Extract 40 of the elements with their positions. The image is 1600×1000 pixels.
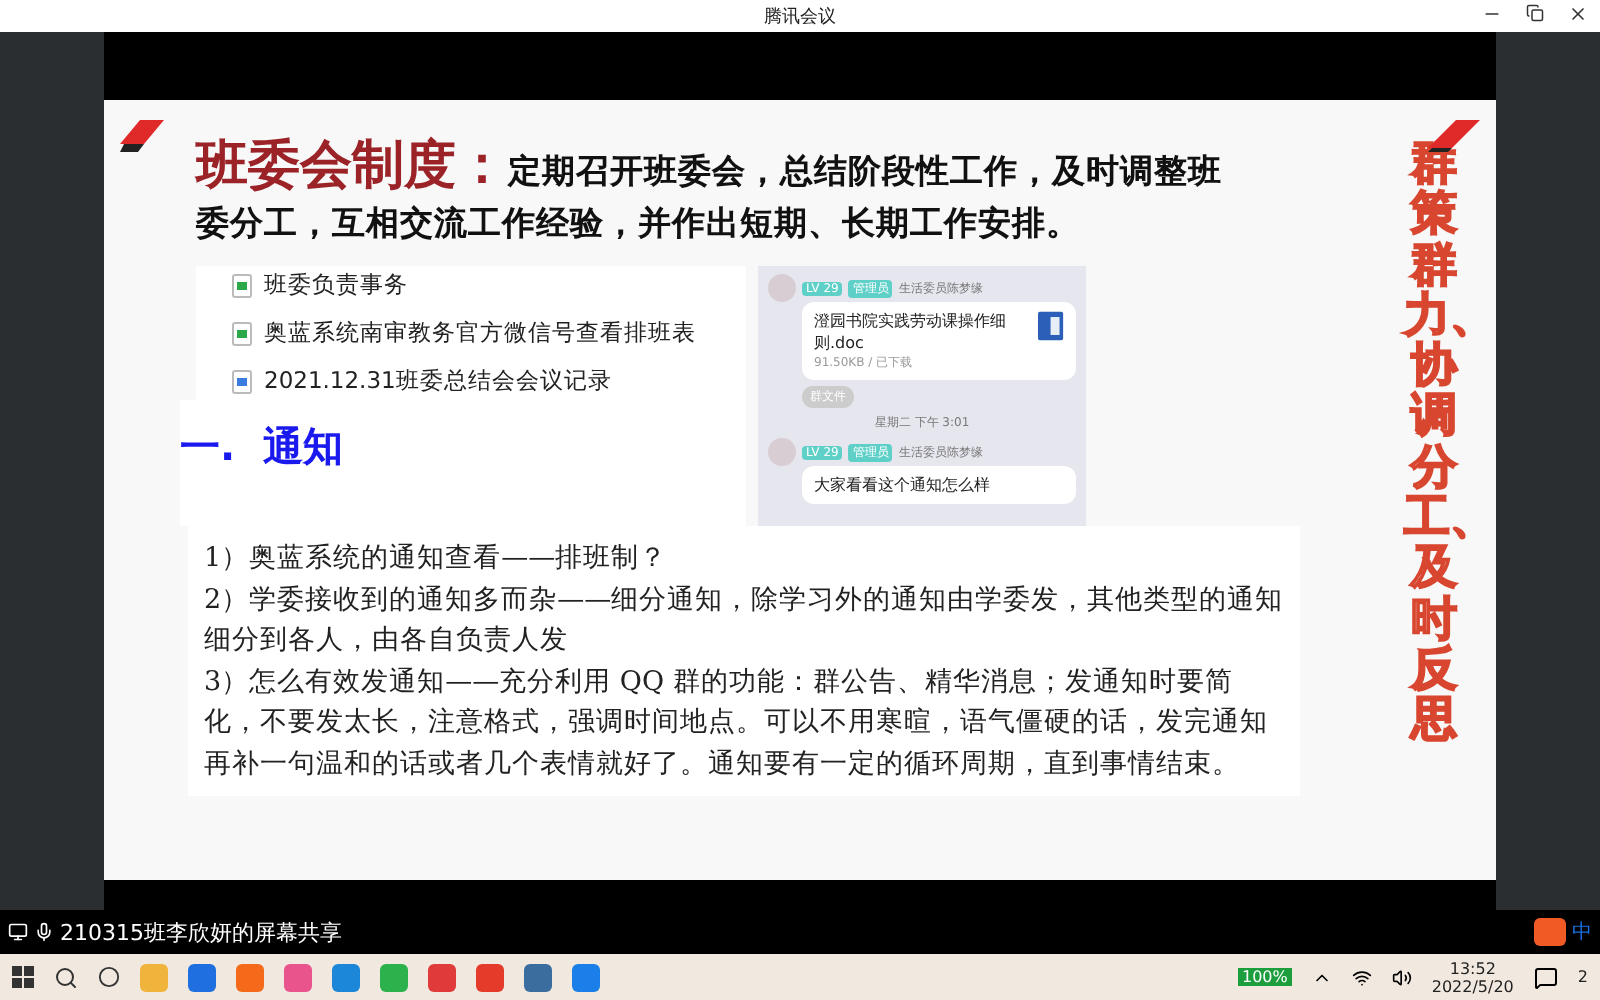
note-paragraph: 2）学委接收到的通知多而杂——细分通知，除学习外的通知由学委发，其他类型的通知细分到各人，由各自负责人发 — [204, 581, 1284, 660]
document-file-icon — [232, 369, 252, 393]
section-title: 一. 通知 — [180, 400, 746, 526]
close-icon[interactable] — [1568, 4, 1588, 24]
restore-icon[interactable] — [1526, 4, 1544, 22]
windows-logo-icon[interactable] — [12, 966, 34, 988]
corner-stripe-icon — [120, 120, 164, 152]
screen-share-icon — [8, 922, 28, 942]
battery-indicator: 100% — [1238, 968, 1292, 986]
notification-icon[interactable] — [1533, 965, 1558, 989]
app-icon[interactable] — [284, 963, 312, 991]
word-file-icon — [1038, 310, 1064, 342]
avatar — [768, 274, 796, 302]
volume-icon[interactable] — [1391, 967, 1412, 987]
app-icon[interactable] — [236, 963, 264, 991]
app-icon[interactable] — [188, 963, 216, 991]
microphone-icon — [34, 922, 54, 942]
file-name: 2021.12.31班委总结会会议记录 — [264, 366, 612, 396]
app-icon[interactable] — [572, 963, 600, 991]
search-icon[interactable] — [54, 965, 78, 989]
window-title: 腾讯会议 — [764, 5, 836, 29]
wifi-icon[interactable] — [1351, 967, 1372, 987]
slide-heading: 班委会制度：定期召开班委会，总结阶段性工作，及时调整班委分工，互相交流工作经验，并作出短期、长期工作安排。 — [196, 140, 1224, 246]
input-language-indicator[interactable]: 中 — [1572, 918, 1592, 946]
circle-icon[interactable] — [98, 966, 120, 988]
app-icon[interactable] — [332, 963, 360, 991]
note-paragraph: 1）奥蓝系统的通知查看——排班制？ — [204, 540, 670, 578]
chat-message: 大家看看这个通知怎么样 — [802, 466, 1076, 504]
spreadsheet-file-icon — [232, 321, 252, 345]
file-name: 奥蓝系统南审教务官方微信号查看排班表 — [264, 318, 696, 348]
app-icon[interactable] — [524, 963, 552, 991]
note-paragraph: 3）怎么有效发通知——充分利用 QQ 群的功能：群公告、精华消息；发通知时要简化，不要发太长，注意格式，强调时间地点。可以不用寒暄，语气僵硬的话，发完通知再补一句温和的话或者几个表情就好了。通知要有一定的循环周期，直到事情结束。 — [204, 663, 1270, 783]
screen-share-label: 210315班李欣妍的屏幕共享 — [60, 917, 344, 947]
app-icon[interactable] — [476, 963, 504, 991]
notification-count: 2 — [1577, 968, 1588, 986]
clock[interactable]: 13:52 2022/5/20 — [1431, 959, 1514, 995]
app-icon[interactable] — [428, 963, 456, 991]
spreadsheet-file-icon — [232, 273, 252, 297]
file-name: 班委负责事务 — [264, 270, 408, 300]
avatar — [768, 438, 796, 466]
